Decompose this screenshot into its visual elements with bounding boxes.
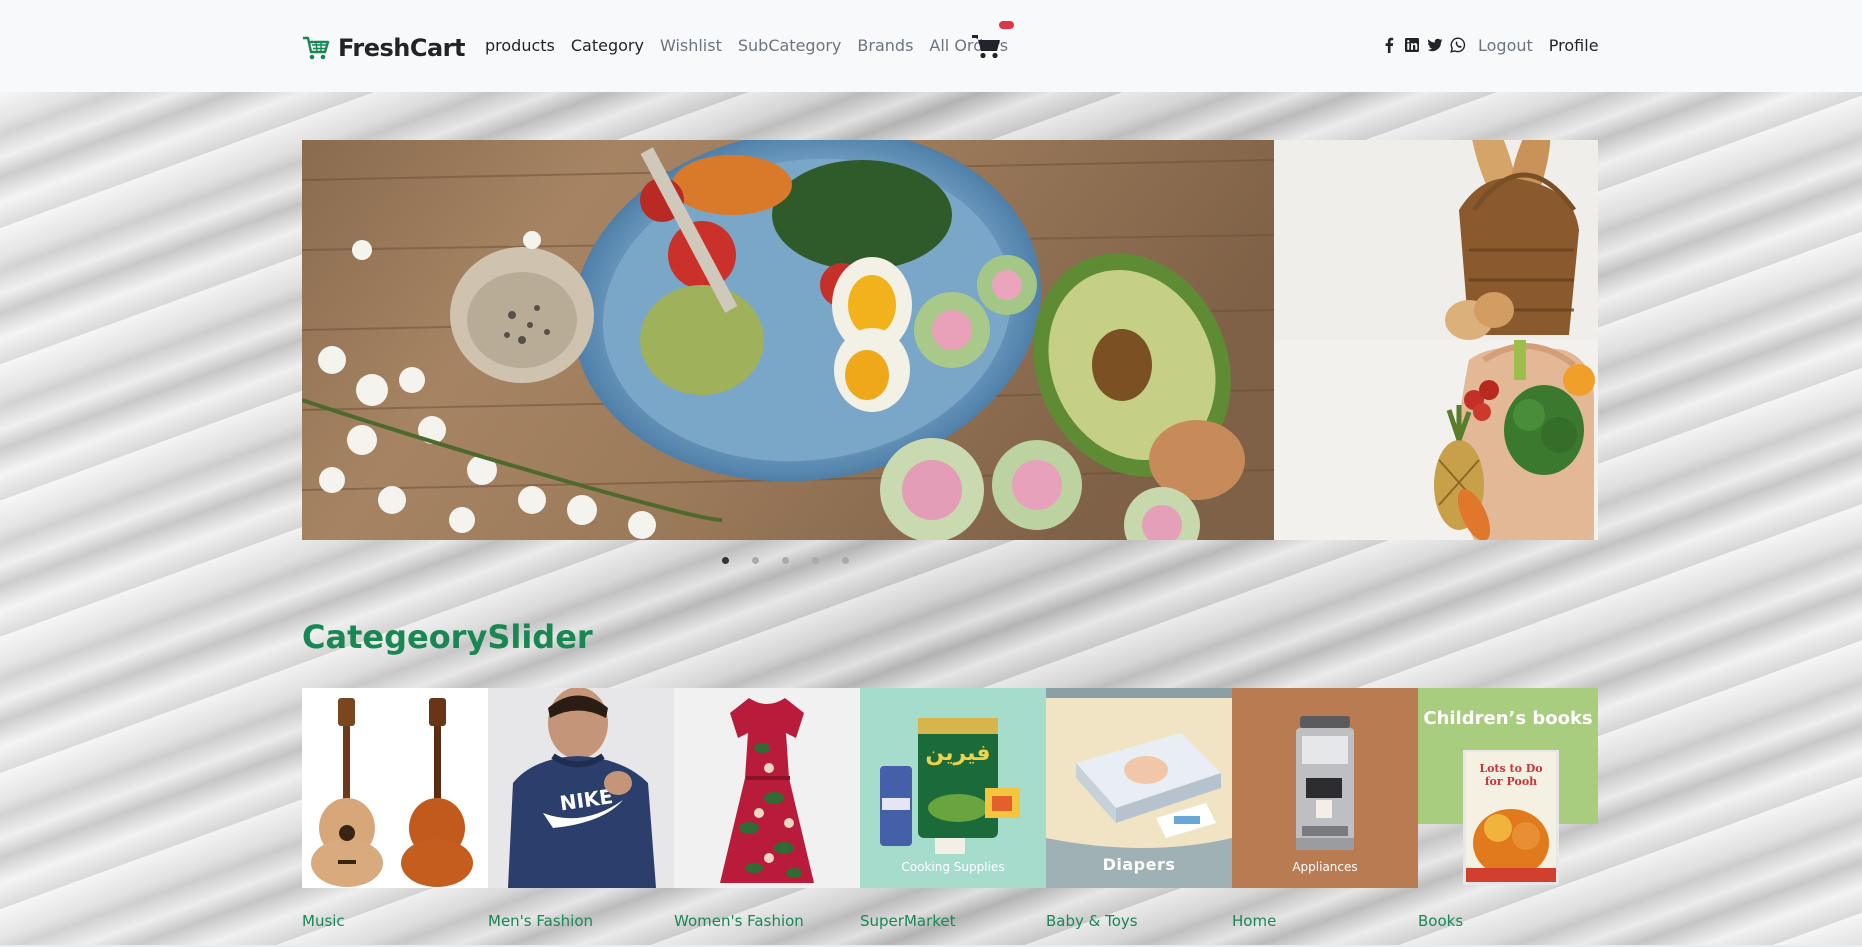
brand[interactable]: FreshCart: [302, 33, 465, 63]
category-card-caption: Children’s books: [1423, 708, 1593, 729]
whatsapp-icon[interactable]: [1450, 37, 1466, 53]
slider-dot-1[interactable]: [722, 557, 729, 564]
slider-dot-4[interactable]: [812, 557, 819, 564]
category-label-music[interactable]: Music: [302, 912, 345, 930]
category-label-baby-toys[interactable]: Baby & Toys: [1046, 912, 1138, 930]
category-card-caption: Cooking Supplies: [901, 860, 1005, 874]
social-links: [1381, 37, 1466, 53]
slider-dot-3[interactable]: [782, 557, 789, 564]
cart-logo-icon: [303, 36, 330, 60]
category-slider-title: CategeorySlider: [302, 618, 593, 656]
logout-link[interactable]: Logout: [1478, 36, 1533, 55]
slider-dot-2[interactable]: [752, 557, 759, 564]
category-card-baby-toys[interactable]: Diapers: [1046, 688, 1232, 888]
category-label-supermarket[interactable]: SuperMarket: [860, 912, 956, 930]
category-card-home[interactable]: Appliances: [1232, 688, 1418, 888]
svg-text:Lots to Do: Lots to Do: [1479, 762, 1542, 775]
category-card-womens-fashion[interactable]: [674, 688, 860, 888]
account-links: Logout Profile: [1478, 36, 1599, 55]
category-card-music[interactable]: [302, 688, 488, 888]
nav-link-wishlist[interactable]: Wishlist: [660, 36, 722, 55]
nav-link-brands[interactable]: Brands: [857, 36, 913, 55]
category-cards: NIKE فيرين Cooking Supplies Diapers Appl…: [302, 688, 1598, 888]
facebook-icon[interactable]: [1381, 37, 1397, 53]
category-card-caption: Diapers: [1102, 855, 1176, 874]
category-label-womens-fashion[interactable]: Women's Fashion: [674, 912, 804, 930]
svg-text:for Pooh: for Pooh: [1485, 775, 1537, 788]
navbar: FreshCart products Category Wishlist Sub…: [0, 0, 1862, 92]
category-card-supermarket[interactable]: فيرين Cooking Supplies: [860, 688, 1046, 888]
nav-link-category[interactable]: Category: [571, 36, 644, 55]
side-banner-bread[interactable]: [1274, 140, 1598, 340]
nav-links: products Category Wishlist SubCategory B…: [485, 36, 1008, 55]
main-slider-image[interactable]: [302, 140, 1274, 540]
linkedin-icon[interactable]: [1404, 37, 1420, 53]
category-card-caption: Appliances: [1292, 860, 1358, 874]
category-label-mens-fashion[interactable]: Men's Fashion: [488, 912, 593, 930]
nav-link-subcategory[interactable]: SubCategory: [738, 36, 842, 55]
slider-dot-5[interactable]: [842, 557, 849, 564]
cart-count-badge: [999, 21, 1014, 29]
profile-link[interactable]: Profile: [1549, 36, 1599, 55]
slider-dots: [722, 557, 849, 564]
svg-text:فيرين: فيرين: [925, 741, 990, 766]
twitter-icon[interactable]: [1427, 37, 1443, 53]
side-banner-groceries[interactable]: [1274, 340, 1598, 540]
category-label-home[interactable]: Home: [1232, 912, 1276, 930]
shopping-cart-icon[interactable]: [972, 33, 1002, 59]
category-card-books[interactable]: Lots to Do for Pooh Children’s books: [1418, 688, 1598, 888]
category-card-mens-fashion[interactable]: NIKE: [488, 688, 674, 888]
category-label-books[interactable]: Books: [1418, 912, 1463, 930]
nav-link-products[interactable]: products: [485, 36, 555, 55]
brand-name: FreshCart: [338, 34, 465, 62]
